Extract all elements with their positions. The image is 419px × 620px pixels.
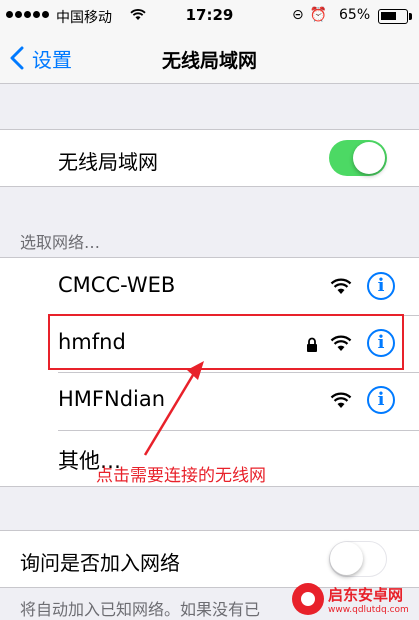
rotation-lock-icon: ⊝	[292, 7, 304, 23]
section-header: 选取网络…	[20, 233, 101, 252]
watermark-title: 启东安卓网	[328, 585, 404, 604]
nav-bar: 设置 无线局域网	[0, 32, 419, 84]
battery-percent: 65%	[339, 7, 371, 23]
watermark: 启东安卓网 www.qdlutdq.com	[292, 578, 419, 620]
status-bar: 中国移动 17:29 ⊝ ⏰ 65%	[0, 0, 419, 32]
wifi-toggle-group: 无线局域网	[0, 129, 419, 187]
battery-icon	[378, 9, 408, 24]
battery-cap	[409, 13, 412, 20]
wifi-signal-icon	[330, 278, 352, 294]
footer-text: 将自动加入已知网络。如果没有已	[20, 600, 261, 619]
battery-fill	[381, 12, 396, 20]
annotation-text: 点击需要连接的无线网	[96, 466, 266, 486]
alarm-icon: ⏰	[309, 7, 328, 23]
network-row-cmcc-web[interactable]: CMCC-WEB i	[0, 258, 419, 315]
ask-join-toggle[interactable]	[329, 541, 387, 577]
wifi-toggle[interactable]	[329, 140, 387, 176]
network-name: CMCC-WEB	[58, 273, 176, 297]
watermark-url: www.qdlutdq.com	[328, 604, 409, 615]
network-name: HMFNdian	[58, 387, 166, 411]
watermark-logo-icon	[292, 583, 324, 615]
toggle-knob	[330, 542, 363, 575]
annotation-highlight-box	[48, 314, 404, 370]
network-row-hmfndian[interactable]: HMFNdian i	[0, 373, 419, 430]
wifi-toggle-label: 无线局域网	[58, 150, 158, 174]
page-title: 无线局域网	[161, 50, 257, 72]
info-button[interactable]: i	[367, 272, 395, 300]
ask-join-label: 询问是否加入网络	[20, 551, 180, 575]
wifi-signal-icon	[330, 392, 352, 408]
info-button[interactable]: i	[367, 386, 395, 414]
toggle-knob	[353, 142, 385, 174]
network-list: CMCC-WEB i hmfnd i HMFNdian i 其他…	[0, 257, 419, 487]
